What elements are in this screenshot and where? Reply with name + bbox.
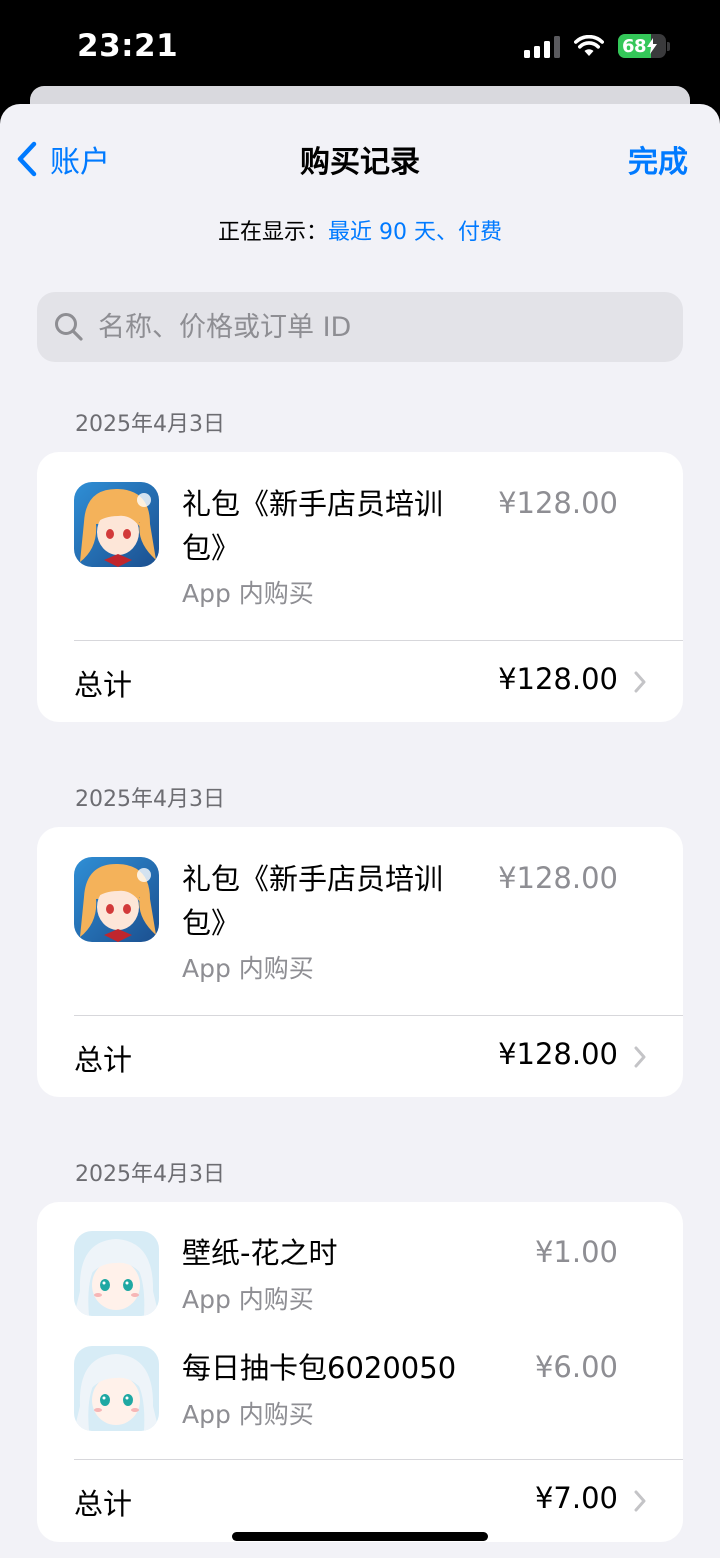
purchase-item[interactable]: 礼包《新手店员培训包》 App 内购买 ¥128.00 [37, 827, 683, 1015]
divider [74, 1459, 683, 1460]
filter-summary: 正在显示：最近 90 天、付费 [0, 214, 720, 246]
purchase-item[interactable]: 壁纸-花之时 App 内购买 ¥1.00 [37, 1202, 683, 1317]
search-input[interactable] [96, 310, 660, 344]
status-icons: 68 [524, 32, 670, 60]
purchase-item[interactable]: 每日抽卡包6020050 App 内购买 ¥6.00 [37, 1317, 683, 1459]
item-price: ¥128.00 [498, 486, 618, 520]
divider [74, 1015, 683, 1016]
chevron-right-icon [634, 1490, 646, 1512]
group-date: 2025年4月3日 [75, 1162, 225, 1187]
purchase-card: 壁纸-花之时 App 内购买 ¥1.00 每日抽卡包6020050 App 内购… [37, 1202, 683, 1542]
navigation-bar: 账户 购买记录 完成 [0, 104, 720, 214]
page-title: 购买记录 [300, 145, 420, 180]
app-icon [74, 1346, 159, 1431]
total-value: ¥128.00 [498, 662, 618, 696]
purchase-card: 礼包《新手店员培训包》 App 内购买 ¥128.00 总计 ¥128.00 [37, 827, 683, 1097]
item-name: 礼包《新手店员培训包》 [182, 862, 444, 940]
search-field[interactable] [37, 292, 683, 362]
purchase-card: 礼包《新手店员培训包》 App 内购买 ¥128.00 总计 ¥128.00 [37, 452, 683, 722]
total-value: ¥128.00 [498, 1037, 618, 1071]
chevron-right-icon [634, 671, 646, 693]
purchase-history-sheet: 账户 购买记录 完成 正在显示：最近 90 天、付费 2025年4月3日 [0, 104, 720, 1558]
item-type: App 内购买 [182, 1400, 314, 1429]
status-time: 23:21 [77, 28, 179, 64]
item-type: App 内购买 [182, 1285, 314, 1314]
total-label: 总计 [74, 1487, 133, 1521]
group-date: 2025年4月3日 [75, 412, 225, 437]
item-price: ¥6.00 [534, 1350, 618, 1384]
total-label: 总计 [74, 668, 133, 702]
total-row[interactable]: 总计 ¥7.00 [37, 1461, 683, 1541]
item-price: ¥128.00 [498, 861, 618, 895]
total-value: ¥7.00 [534, 1481, 618, 1515]
divider [74, 640, 683, 641]
charging-bolt-icon [647, 38, 658, 54]
total-label: 总计 [74, 1043, 133, 1077]
status-bar: 23:21 68 [0, 0, 720, 100]
battery-icon: 68 [618, 34, 666, 58]
app-icon [74, 1231, 159, 1316]
item-type: App 内购买 [182, 579, 314, 608]
total-row[interactable]: 总计 ¥128.00 [37, 642, 683, 722]
battery-cap [667, 41, 670, 51]
item-price: ¥1.00 [534, 1235, 618, 1269]
group-date: 2025年4月3日 [75, 787, 225, 812]
cellular-signal-icon [524, 34, 560, 58]
search-icon [55, 313, 83, 341]
item-name: 壁纸-花之时 [182, 1236, 338, 1270]
app-icon [74, 482, 159, 567]
item-name: 礼包《新手店员培训包》 [182, 487, 444, 565]
done-button[interactable]: 完成 [628, 137, 688, 181]
home-indicator[interactable] [232, 1532, 488, 1541]
item-name: 每日抽卡包6020050 [182, 1351, 457, 1385]
chevron-right-icon [634, 1046, 646, 1068]
battery-level: 68 [622, 35, 647, 57]
wifi-icon [574, 35, 604, 56]
filter-value-link[interactable]: 最近 90 天、付费 [328, 220, 502, 245]
purchase-item[interactable]: 礼包《新手店员培训包》 App 内购买 ¥128.00 [37, 452, 683, 640]
item-type: App 内购买 [182, 954, 314, 983]
total-row[interactable]: 总计 ¥128.00 [37, 1017, 683, 1097]
filter-prefix: 正在显示： [218, 220, 329, 245]
app-icon [74, 857, 159, 942]
